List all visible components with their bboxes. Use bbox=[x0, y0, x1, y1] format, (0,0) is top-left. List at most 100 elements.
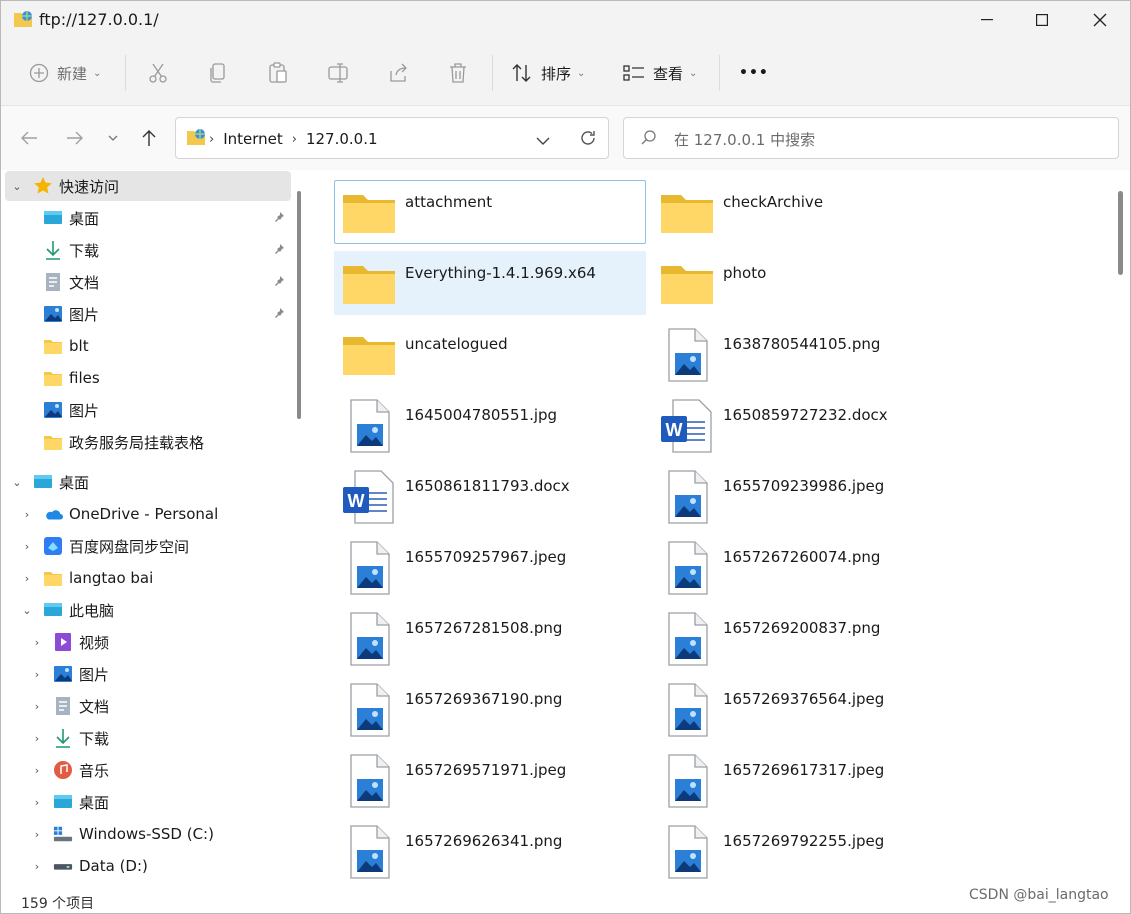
more-options-button[interactable]: ••• bbox=[739, 53, 769, 93]
chevron-down-icon: ⌄ bbox=[12, 179, 22, 193]
chevron-right-icon[interactable]: › bbox=[29, 700, 45, 713]
file-item[interactable]: attachment bbox=[334, 180, 646, 244]
sidebar-item[interactable]: 桌面 bbox=[5, 203, 291, 233]
file-item[interactable]: uncatelogued bbox=[334, 322, 646, 386]
sidebar-item[interactable]: › 桌面 bbox=[5, 787, 291, 817]
file-item[interactable]: 1657269792255.jpeg bbox=[652, 819, 964, 883]
sidebar-item[interactable]: blt bbox=[5, 331, 291, 361]
file-item[interactable]: 1645004780551.jpg bbox=[334, 393, 646, 457]
file-item[interactable]: 1657267281508.png bbox=[334, 606, 646, 670]
onedrive-icon bbox=[43, 504, 63, 524]
file-item[interactable]: 1657269617317.jpeg bbox=[652, 748, 964, 812]
chevron-right-icon[interactable]: › bbox=[29, 828, 45, 841]
content-scrollbar[interactable] bbox=[1118, 191, 1123, 275]
file-item[interactable]: Everything-1.4.1.969.x64 bbox=[334, 251, 646, 315]
sidebar-item[interactable]: › Windows-SSD (C:) bbox=[5, 819, 291, 849]
share-button[interactable] bbox=[388, 53, 410, 93]
file-item[interactable]: 1657269571971.jpeg bbox=[334, 748, 646, 812]
paste-button[interactable] bbox=[268, 53, 288, 93]
view-button[interactable]: 查看 ⌄ bbox=[623, 53, 697, 93]
sidebar-item[interactable]: › OneDrive - Personal bbox=[5, 499, 291, 529]
sidebar-item[interactable]: files bbox=[5, 363, 291, 393]
maximize-button[interactable] bbox=[1013, 1, 1071, 39]
folder-icon bbox=[341, 185, 397, 241]
chevron-right-icon[interactable]: › bbox=[29, 764, 45, 777]
sidebar-label: 下载 bbox=[69, 241, 100, 260]
chevron-right-icon[interactable]: › bbox=[29, 668, 45, 681]
svg-text:W: W bbox=[666, 420, 683, 440]
chevron-right-icon[interactable]: › bbox=[29, 860, 45, 873]
minimize-button[interactable] bbox=[958, 1, 1016, 39]
chevron-right-icon[interactable]: › bbox=[29, 796, 45, 809]
file-item[interactable]: W 1650861811793.docx bbox=[334, 464, 646, 528]
file-item[interactable]: 1657269200837.png bbox=[652, 606, 964, 670]
sidebar-item[interactable]: 政务服务局挂载表格 bbox=[5, 427, 291, 457]
file-item[interactable]: 1655709257967.jpeg bbox=[334, 535, 646, 599]
close-button[interactable] bbox=[1071, 1, 1129, 39]
desktop-icon bbox=[43, 208, 63, 228]
sidebar-label: Data (D:) bbox=[79, 857, 148, 875]
delete-button[interactable] bbox=[448, 53, 468, 93]
file-item[interactable]: 1638780544105.png bbox=[652, 322, 964, 386]
pin-icon[interactable] bbox=[273, 307, 285, 322]
sidebar-item[interactable]: 图片 bbox=[5, 299, 291, 329]
file-item[interactable]: 1657269626341.png bbox=[334, 819, 646, 883]
up-button[interactable] bbox=[135, 124, 163, 152]
sidebar-item[interactable]: 文档 bbox=[5, 267, 291, 297]
sidebar-item[interactable]: › Data (D:) bbox=[5, 851, 291, 881]
sidebar-item-quick-access[interactable]: ⌄ 快速访问 bbox=[5, 171, 291, 201]
chevron-right-icon[interactable]: › bbox=[19, 540, 35, 553]
chevron-right-icon[interactable]: › bbox=[29, 636, 45, 649]
sidebar-item[interactable]: 图片 bbox=[5, 395, 291, 425]
file-item[interactable]: checkArchive bbox=[652, 180, 964, 244]
file-item[interactable]: 1657269367190.png bbox=[334, 677, 646, 741]
chevron-right-icon[interactable]: › bbox=[29, 732, 45, 745]
sort-button[interactable]: 排序 ⌄ bbox=[511, 53, 585, 93]
image-file-icon bbox=[659, 540, 715, 596]
chevron-right-icon[interactable]: › bbox=[19, 572, 35, 585]
sidebar-item[interactable]: › 文档 bbox=[5, 691, 291, 721]
image-file-icon bbox=[659, 824, 715, 880]
file-item[interactable]: 1655709239986.jpeg bbox=[652, 464, 964, 528]
address-bar[interactable]: › Internet › 127.0.0.1 bbox=[175, 117, 609, 159]
recent-locations-button[interactable] bbox=[99, 124, 127, 152]
sidebar-item[interactable]: › 图片 bbox=[5, 659, 291, 689]
download-icon bbox=[53, 728, 73, 748]
pin-icon[interactable] bbox=[273, 211, 285, 226]
search-box[interactable]: 在 127.0.0.1 中搜索 bbox=[623, 117, 1119, 159]
file-item[interactable]: photo bbox=[652, 251, 964, 315]
pin-icon[interactable] bbox=[273, 275, 285, 290]
breadcrumb-internet[interactable]: Internet bbox=[223, 130, 283, 148]
sidebar-item[interactable]: ⌄ 此电脑 bbox=[5, 595, 291, 625]
sidebar-item[interactable]: › 视频 bbox=[5, 627, 291, 657]
copy-button[interactable] bbox=[208, 53, 228, 93]
chevron-down-icon: ⌄ bbox=[93, 67, 102, 79]
sidebar-scrollbar[interactable] bbox=[297, 191, 301, 419]
breadcrumb-host[interactable]: 127.0.0.1 bbox=[306, 130, 378, 148]
file-name: 1650861811793.docx bbox=[405, 477, 570, 495]
pin-icon[interactable] bbox=[273, 243, 285, 258]
file-item[interactable]: W 1650859727232.docx bbox=[652, 393, 964, 457]
file-name: 1657269367190.png bbox=[405, 690, 563, 708]
sidebar-item[interactable]: › 音乐 bbox=[5, 755, 291, 785]
sidebar-item[interactable]: › 下载 bbox=[5, 723, 291, 753]
sidebar-item[interactable]: › 百度网盘同步空间 bbox=[5, 531, 291, 561]
rename-button[interactable] bbox=[328, 53, 350, 93]
forward-button[interactable] bbox=[61, 124, 89, 152]
address-history-dropdown[interactable] bbox=[536, 132, 550, 150]
chevron-right-icon[interactable]: › bbox=[19, 508, 35, 521]
sidebar-item[interactable]: ⌄ 桌面 bbox=[5, 467, 291, 497]
chevron-down-icon[interactable]: ⌄ bbox=[9, 476, 25, 489]
new-button[interactable]: 新建 ⌄ bbox=[29, 53, 101, 93]
cut-button[interactable] bbox=[148, 53, 168, 93]
file-list: attachment checkArchive Everything-1.4.1.9… bbox=[313, 171, 1113, 887]
chevron-down-icon[interactable]: ⌄ bbox=[19, 604, 35, 617]
sidebar-label: 桌面 bbox=[79, 793, 110, 812]
sidebar-item[interactable]: › langtao bai bbox=[5, 563, 291, 593]
back-button[interactable] bbox=[15, 124, 43, 152]
music-icon bbox=[53, 760, 73, 780]
refresh-button[interactable] bbox=[578, 128, 598, 152]
file-item[interactable]: 1657267260074.png bbox=[652, 535, 964, 599]
sidebar-item[interactable]: 下载 bbox=[5, 235, 291, 265]
file-item[interactable]: 1657269376564.jpeg bbox=[652, 677, 964, 741]
